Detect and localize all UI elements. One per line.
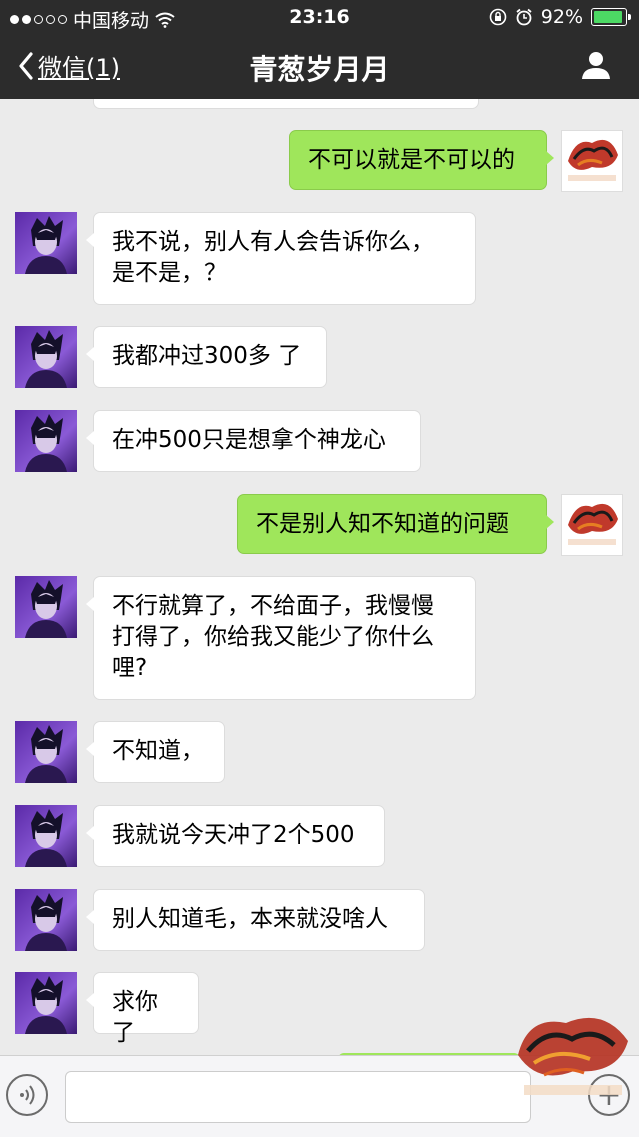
status-right: 92% [489, 6, 631, 28]
top-bar: 中国移动 23:16 92% 微信(1) 青葱岁月月 [0, 0, 639, 99]
message-bubble-received[interactable]: 我就说今天冲了2个500 [86, 805, 385, 867]
status-bar: 中国移动 23:16 92% [0, 0, 639, 34]
anime-character-avatar [25, 809, 67, 867]
message-bubble-sent[interactable]: 不是别人知不知道的问题 [237, 494, 554, 554]
chat-title: 青葱岁月月 [249, 53, 390, 86]
message-text: 在冲500只是想拿个神龙心 [112, 427, 386, 453]
anime-character-avatar [25, 414, 67, 472]
profile-icon [582, 52, 610, 79]
voice-icon [20, 1085, 35, 1105]
message-text: 不行就算了，不给面子，我慢慢 打得了，你给我又能少了你什么 哩? [112, 593, 434, 681]
contact-avatar[interactable] [15, 805, 77, 867]
message-text: 别人知道毛，本来就没啥人 [112, 906, 388, 932]
anime-character-avatar [25, 976, 67, 1034]
message-text: 不是别人知不知道的问题 [256, 511, 509, 537]
message-text: 我都冲过300多 了 [112, 343, 302, 369]
rotation-lock-icon [489, 8, 507, 26]
voice-button[interactable] [6, 1074, 48, 1116]
contact-avatar[interactable] [15, 410, 77, 472]
alarm-icon [516, 8, 532, 26]
message-text: 求你了 [112, 989, 158, 1046]
message-bubble-sent[interactable]: 不可以就是不可以的 [289, 130, 554, 190]
previous-message-bubble [93, 99, 479, 109]
message-bubble-received[interactable]: 我不说，别人有人会告诉你么， 是不是，？ [86, 212, 476, 305]
contact-avatar[interactable] [15, 576, 77, 638]
my-avatar[interactable] [561, 494, 623, 556]
message-bubble-received[interactable]: 别人知道毛，本来就没啥人 [86, 889, 425, 951]
battery-percent: 92% [540, 6, 583, 28]
message-text: 我不说，别人有人会告诉你么， 是不是，？ [112, 229, 434, 286]
anime-character-avatar [25, 725, 67, 783]
nav-bar: 微信(1) 青葱岁月月 [0, 34, 639, 99]
anime-character-avatar [25, 330, 67, 388]
anime-character-avatar [25, 893, 67, 951]
message-bubble-received[interactable]: 不知道， [86, 721, 225, 783]
contact-avatar[interactable] [15, 721, 77, 783]
message-text: 不知道， [112, 738, 204, 764]
contact-avatar[interactable] [15, 972, 77, 1034]
contact-avatar[interactable] [15, 889, 77, 951]
chat-area[interactable]: 不可以就是不可以的 我不说，别人有人会告诉你么， 是不是，？ 我都冲过300多 … [0, 99, 639, 1055]
message-text: 我就说今天冲了2个500 [112, 822, 355, 848]
battery-icon [591, 8, 631, 26]
my-avatar[interactable] [561, 130, 623, 192]
message-bubble-received[interactable]: 求你了 [86, 972, 199, 1046]
message-text: 不可以就是不可以的 [308, 147, 515, 173]
anime-character-avatar [25, 580, 67, 638]
message-bubble-received[interactable]: 在冲500只是想拿个神龙心 [86, 410, 421, 472]
profile-button[interactable] [581, 50, 611, 84]
contact-avatar[interactable] [15, 326, 77, 388]
message-input[interactable] [65, 1071, 531, 1123]
message-bubble-received[interactable]: 我都冲过300多 了 [86, 326, 327, 388]
anime-character-avatar [25, 216, 67, 274]
game-logo-watermark [518, 1017, 628, 1095]
game-logo-avatar [562, 495, 622, 555]
message-bubble-received[interactable]: 不行就算了，不给面子，我慢慢 打得了，你给我又能少了你什么 哩? [86, 576, 476, 700]
contact-avatar[interactable] [15, 212, 77, 274]
game-logo-avatar [562, 131, 622, 191]
